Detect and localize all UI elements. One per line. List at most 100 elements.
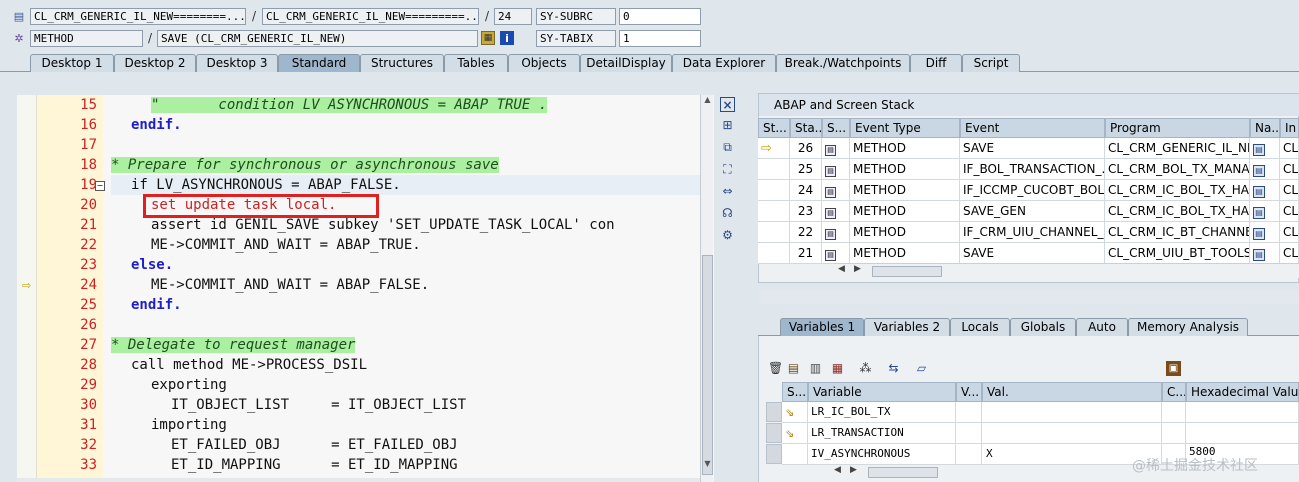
variable-hex-value[interactable]: [1186, 423, 1299, 444]
tab-locals[interactable]: Locals: [950, 318, 1010, 336]
stack-event-type[interactable]: METHOD: [850, 138, 960, 159]
var-c-cell[interactable]: [1162, 402, 1186, 423]
variables-column-header[interactable]: Hexadecimal Value: [1186, 382, 1299, 402]
program-field[interactable]: CL_CRM_GENERIC_IL_NEW=========...: [262, 8, 479, 25]
tab-globals[interactable]: Globals: [1010, 318, 1076, 336]
variable-name[interactable]: LR_IC_BOL_TX: [808, 402, 956, 423]
delete-icon[interactable]: 🗑: [768, 361, 783, 376]
stack-type-icon-cell[interactable]: ▤: [822, 201, 850, 222]
stack-level[interactable]: 21: [790, 243, 822, 264]
stack-include[interactable]: CL: [1280, 222, 1299, 243]
stack-column-header[interactable]: Program: [1105, 118, 1250, 138]
navigate-icon[interactable]: ▤: [1253, 249, 1265, 261]
stack-event[interactable]: SAVE_GEN: [960, 201, 1105, 222]
scroll-up-arrow[interactable]: ▲: [702, 95, 713, 107]
navigate-icon[interactable]: ▤: [1253, 207, 1265, 219]
stack-event[interactable]: SAVE: [960, 243, 1105, 264]
stack-nav-icon-cell[interactable]: ▤: [1250, 201, 1280, 222]
variables-column-header[interactable]: Variable: [808, 382, 956, 402]
stack-column-header[interactable]: St...: [758, 118, 790, 138]
tab-break-watchpoints[interactable]: Break./Watchpoints: [776, 54, 910, 72]
pane-splitter[interactable]: [758, 290, 1299, 304]
load-list-icon[interactable]: ▦: [830, 361, 845, 376]
stack-column-header[interactable]: Event: [960, 118, 1105, 138]
collapse-toggle-icon[interactable]: −: [95, 181, 105, 191]
tab-tables[interactable]: Tables: [444, 54, 508, 72]
detail-icon[interactable]: ▱: [914, 361, 929, 376]
stack-program[interactable]: CL_CRM_IC_BT_CHANNE...: [1105, 222, 1250, 243]
stack-program[interactable]: CL_CRM_IC_BOL_TX_HA...: [1105, 180, 1250, 201]
include-field[interactable]: CL_CRM_GENERIC_IL_NEW========...: [30, 8, 246, 25]
tab-desktop-1[interactable]: Desktop 1: [30, 54, 114, 72]
stack-include[interactable]: CL: [1280, 243, 1299, 264]
stack-include[interactable]: CL: [1280, 180, 1299, 201]
stack-type-icon-cell[interactable]: ▤: [822, 138, 850, 159]
stack-current-indicator[interactable]: ⇨: [758, 138, 790, 159]
stack-column-header[interactable]: Event Type: [850, 118, 960, 138]
stack-column-header[interactable]: Sta...: [790, 118, 822, 138]
stack-event-type[interactable]: METHOD: [850, 222, 960, 243]
variable-name[interactable]: IV_ASYNCHRONOUS: [808, 444, 956, 465]
variables-column-header[interactable]: S...: [782, 382, 808, 402]
save-list-icon[interactable]: ▥: [808, 361, 823, 376]
stack-nav-icon-cell[interactable]: ▤: [1250, 222, 1280, 243]
variable-value[interactable]: [982, 423, 1162, 444]
tab-desktop-3[interactable]: Desktop 3: [196, 54, 278, 72]
navigate-icon[interactable]: ▤: [1253, 165, 1265, 177]
stack-nav-icon-cell[interactable]: ▤: [1250, 180, 1280, 201]
stack-event[interactable]: SAVE: [960, 138, 1105, 159]
tab-script[interactable]: Script: [962, 54, 1020, 72]
scroll-thumb[interactable]: [872, 266, 942, 277]
scroll-right-arrow[interactable]: ▶: [850, 465, 857, 475]
tab-detaildisplay[interactable]: DetailDisplay: [580, 54, 672, 72]
row-selector[interactable]: [766, 423, 782, 443]
close-icon[interactable]: ×: [720, 97, 735, 112]
code-area[interactable]: " condition LV ASYNCHRONOUS = ABAP TRUE …: [95, 95, 714, 482]
stack-type-icon-cell[interactable]: ▤: [822, 159, 850, 180]
stack-type-icon-cell[interactable]: ▤: [822, 222, 850, 243]
stack-current-indicator[interactable]: [758, 159, 790, 180]
variable-hex-value[interactable]: [1186, 402, 1299, 423]
tab-data-explorer[interactable]: Data Explorer: [672, 54, 776, 72]
var-change-cell[interactable]: [956, 444, 982, 465]
var-change-cell[interactable]: [956, 402, 982, 423]
navigate-icon[interactable]: ▤: [1253, 228, 1265, 240]
source-editor[interactable]: ⇨ 15 16 17 18 19 20 21 22 23 24 25 26 27 28 29 30 31 32 33…: [17, 95, 714, 482]
scroll-left-arrow[interactable]: ◀: [834, 465, 841, 475]
stack-event-type[interactable]: METHOD: [850, 159, 960, 180]
stack-level[interactable]: 25: [790, 159, 822, 180]
scroll-thumb[interactable]: [702, 255, 713, 475]
editor-vertical-scrollbar[interactable]: ▲ ▼: [700, 95, 713, 482]
stack-include[interactable]: CL: [1280, 138, 1299, 159]
scroll-left-arrow[interactable]: ◀: [838, 264, 845, 274]
stack-hscroll[interactable]: ◀ ▶: [834, 263, 1299, 278]
new-tool-icon[interactable]: ⊞: [720, 118, 735, 133]
stack-level[interactable]: 22: [790, 222, 822, 243]
variable-value[interactable]: [982, 402, 1162, 423]
replace-tool-icon[interactable]: ⧉: [720, 140, 735, 155]
stack-include[interactable]: CL: [1280, 201, 1299, 222]
variables-column-header[interactable]: Val.: [982, 382, 1162, 402]
save-icon[interactable]: ▣: [1166, 361, 1181, 376]
stack-include[interactable]: CL: [1280, 159, 1299, 180]
row-selector[interactable]: [766, 402, 782, 422]
scroll-down-arrow[interactable]: ▼: [702, 459, 713, 471]
hierarchy-icon[interactable]: ⁂: [858, 361, 873, 376]
stack-event[interactable]: IF_CRM_UIU_CHANNEL_...: [960, 222, 1105, 243]
stack-program[interactable]: CL_CRM_UIU_BT_TOOLS...: [1105, 243, 1250, 264]
stack-current-indicator[interactable]: [758, 180, 790, 201]
var-ref-icon-cell[interactable]: [782, 444, 808, 465]
navigate-icon[interactable]: ▤: [1253, 144, 1265, 156]
editor-hscroll[interactable]: [17, 478, 700, 482]
stack-level[interactable]: 23: [790, 201, 822, 222]
stack-current-indicator[interactable]: [758, 222, 790, 243]
sysvar-value-2[interactable]: 1: [619, 30, 701, 47]
tab-diff[interactable]: Diff: [910, 54, 962, 72]
row-selector[interactable]: [766, 444, 782, 464]
stack-program[interactable]: CL_CRM_BOL_TX_MANA...: [1105, 159, 1250, 180]
display-source-icon[interactable]: ▦: [481, 31, 495, 45]
services-icon[interactable]: ☊: [720, 206, 735, 221]
stack-type-icon-cell[interactable]: ▤: [822, 243, 850, 264]
var-ref-icon-cell[interactable]: ⇘: [782, 402, 808, 423]
tab-objects[interactable]: Objects: [508, 54, 580, 72]
